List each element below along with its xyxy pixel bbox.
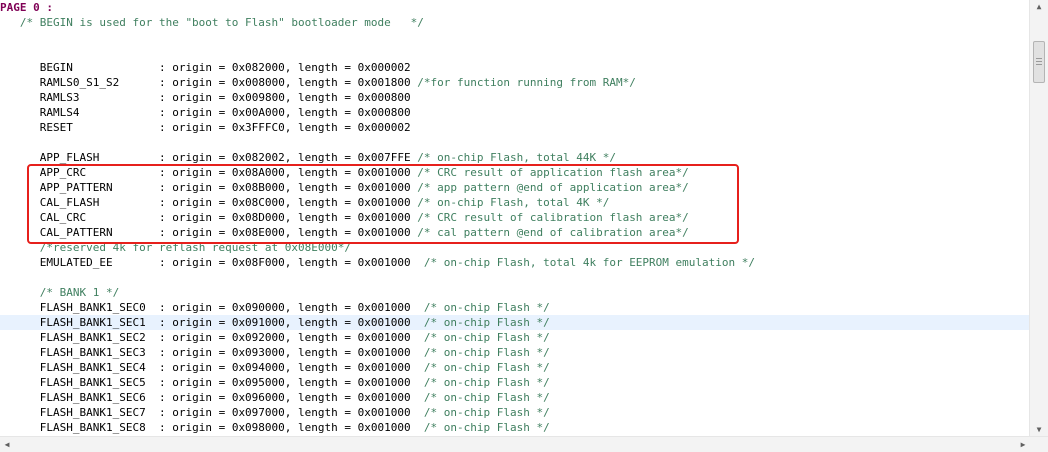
code-line: RAMLS4 : origin = 0x00A000, length = 0x0… (0, 105, 1030, 120)
code-line: FLASH_BANK1_SEC7 : origin = 0x097000, le… (0, 405, 1030, 420)
code-comment: /* on-chip Flash */ (417, 316, 550, 329)
code-comment: /* on-chip Flash, total 4k for EEPROM em… (417, 256, 756, 269)
origin-length-definition: : origin = 0x095000, length = 0x001000 (158, 376, 411, 389)
code-line: FLASH_BANK1_SEC3 : origin = 0x093000, le… (0, 345, 1030, 360)
scroll-down-icon[interactable]: ▼ (1030, 423, 1048, 437)
highlight-box (27, 164, 739, 244)
code-line: /* BANK 1 */ (0, 285, 1030, 300)
code-line: FLASH_BANK1_SEC6 : origin = 0x096000, le… (0, 390, 1030, 405)
page-keyword: PAGE 0 : (0, 1, 53, 14)
code-line: EMULATED_EE : origin = 0x08F000, length … (0, 255, 1030, 270)
code-comment: /* on-chip Flash */ (417, 421, 550, 434)
origin-length-definition: : origin = 0x008000, length = 0x001800 (158, 76, 411, 89)
code-line: FLASH_BANK1_SEC1 : origin = 0x091000, le… (0, 315, 1030, 330)
scroll-left-icon[interactable]: ◀ (0, 437, 14, 452)
section-name: FLASH_BANK1_SEC3 (39, 346, 146, 359)
code-comment: /* on-chip Flash */ (417, 406, 550, 419)
origin-length-definition: : origin = 0x082002, length = 0x007FFE (158, 151, 411, 164)
code-line: RAMLS3 : origin = 0x009800, length = 0x0… (0, 90, 1030, 105)
code-comment: /* on-chip Flash */ (417, 391, 550, 404)
section-name: FLASH_BANK1_SEC2 (39, 331, 146, 344)
code-line: FLASH_BANK1_SEC2 : origin = 0x092000, le… (0, 330, 1030, 345)
origin-length-definition: : origin = 0x091000, length = 0x001000 (158, 316, 411, 329)
origin-length-definition: : origin = 0x098000, length = 0x001000 (158, 421, 411, 434)
origin-length-definition: : origin = 0x00A000, length = 0x000800 (158, 106, 411, 119)
origin-length-definition: : origin = 0x08F000, length = 0x001000 (158, 256, 411, 269)
section-name: BEGIN (39, 61, 73, 74)
section-name: FLASH_BANK1_SEC1 (39, 316, 146, 329)
code-comment: /* on-chip Flash */ (417, 376, 550, 389)
code-line: FLASH_BANK1_SEC0 : origin = 0x090000, le… (0, 300, 1030, 315)
origin-length-definition: : origin = 0x082000, length = 0x000002 (158, 61, 411, 74)
code-comment: /* on-chip Flash */ (417, 331, 550, 344)
origin-length-definition: : origin = 0x090000, length = 0x001000 (158, 301, 411, 314)
section-name: RAMLS0_S1_S2 (39, 76, 120, 89)
section-name: FLASH_BANK1_SEC7 (39, 406, 146, 419)
origin-length-definition: : origin = 0x092000, length = 0x001000 (158, 331, 411, 344)
vertical-scrollbar[interactable]: ▲ ▼ (1029, 0, 1048, 437)
top-comment: /* BEGIN is used for the "boot to Flash"… (19, 16, 424, 29)
code-comment: /* on-chip Flash */ (417, 346, 550, 359)
code-line: FLASH_BANK1_SEC5 : origin = 0x095000, le… (0, 375, 1030, 390)
code-line: RAMLS0_S1_S2 : origin = 0x008000, length… (0, 75, 1030, 90)
section-name: APP_FLASH (39, 151, 100, 164)
code-line: APP_FLASH : origin = 0x082002, length = … (0, 150, 1030, 165)
section-name: FLASH_BANK1_SEC4 (39, 361, 146, 374)
code-line: FLASH_BANK1_SEC4 : origin = 0x094000, le… (0, 360, 1030, 375)
origin-length-definition: : origin = 0x096000, length = 0x001000 (158, 391, 411, 404)
code-comment: /* on-chip Flash */ (417, 301, 550, 314)
origin-length-definition: : origin = 0x097000, length = 0x001000 (158, 406, 411, 419)
section-name: FLASH_BANK1_SEC5 (39, 376, 146, 389)
origin-length-definition: : origin = 0x3FFFC0, length = 0x000002 (158, 121, 411, 134)
code-line: BEGIN : origin = 0x082000, length = 0x00… (0, 60, 1030, 75)
section-name: EMULATED_EE (39, 256, 113, 269)
page-header-line: PAGE 0 : (0, 0, 1030, 15)
section-name: RAMLS3 (39, 91, 80, 104)
origin-length-definition: : origin = 0x093000, length = 0x001000 (158, 346, 411, 359)
scroll-right-icon[interactable]: ▶ (1016, 437, 1030, 452)
section-name: RAMLS4 (39, 106, 80, 119)
top-comment-line: /* BEGIN is used for the "boot to Flash"… (0, 15, 1030, 30)
code-editor[interactable]: PAGE 0 : /* BEGIN is used for the "boot … (0, 0, 1030, 437)
code-comment: /* on-chip Flash, total 44K */ (417, 151, 616, 164)
origin-length-definition: : origin = 0x094000, length = 0x001000 (158, 361, 411, 374)
code-comment: /* BANK 1 */ (39, 286, 120, 299)
code-line: FLASH_BANK1_SEC8 : origin = 0x098000, le… (0, 420, 1030, 435)
section-name: FLASH_BANK1_SEC0 (39, 301, 146, 314)
code-line: RESET : origin = 0x3FFFC0, length = 0x00… (0, 120, 1030, 135)
code-comment: /*for function running from RAM*/ (417, 76, 636, 89)
section-name: FLASH_BANK1_SEC8 (39, 421, 146, 434)
code-comment: /* on-chip Flash */ (417, 361, 550, 374)
section-name: RESET (39, 121, 73, 134)
section-name: FLASH_BANK1_SEC6 (39, 391, 146, 404)
horizontal-scrollbar[interactable]: ◀ ▶ (0, 436, 1048, 452)
origin-length-definition: : origin = 0x009800, length = 0x000800 (158, 91, 411, 104)
scroll-up-icon[interactable]: ▲ (1030, 0, 1048, 14)
scroll-thumb[interactable] (1033, 41, 1045, 83)
